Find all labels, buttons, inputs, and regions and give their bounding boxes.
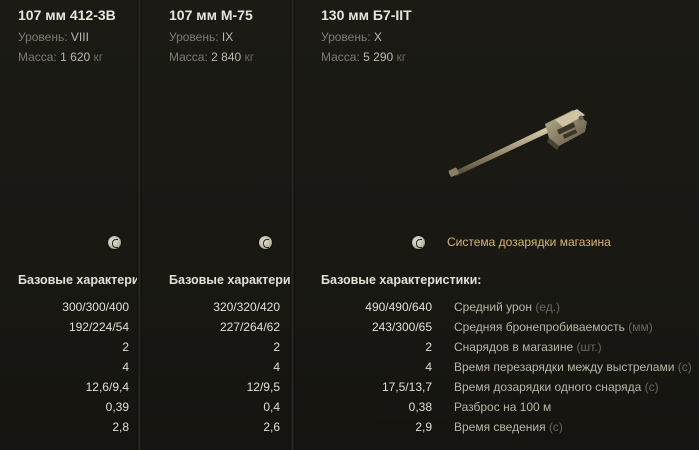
- stat-row: 12/9,5: [246, 380, 280, 394]
- module-mass: Масса: 2 840 кг: [169, 50, 255, 64]
- stat-row: 17,5/13,7 Время дозарядки одного снаряда …: [381, 380, 659, 394]
- module-name: 130 мм Б7-IIТ: [321, 7, 412, 23]
- stat-row: 2,9 Время сведения (с): [415, 420, 563, 434]
- stat-label: Время перезарядки между выстрелами (с): [454, 360, 692, 374]
- stat-row: 2,8: [112, 420, 129, 434]
- gun-model-image: [448, 109, 587, 177]
- stat-row: 0,38 Разброс на 100 м: [408, 400, 552, 414]
- stat-row: 300/300/400: [62, 300, 129, 314]
- stat-row: 4: [273, 360, 280, 374]
- stat-row: 12,6/9,4: [85, 380, 129, 394]
- stat-row: 4: [122, 360, 129, 374]
- section-title: Базовые характерис: [18, 273, 137, 287]
- stat-row: 320/320/420: [213, 300, 280, 314]
- stat-row: 2,6: [263, 420, 280, 434]
- stat-label: Средний урон (ед.): [454, 300, 561, 314]
- section-title: Базовые характеристики:: [321, 273, 482, 287]
- stat-row: 0,39: [105, 400, 129, 414]
- stat-label: Снарядов в магазине (шт.): [454, 340, 602, 354]
- module-column-1: 107 мм 412-3В Уровень: VIII Масса: 1 620…: [0, 0, 137, 450]
- stat-row: 192/224/54: [68, 320, 129, 334]
- stats-list: 320/320/420 227/264/62 2 4 12/9,5 0,4 2,…: [142, 300, 280, 440]
- module-name: 107 мм 412-3В: [18, 7, 116, 23]
- stat-label: Время сведения (с): [454, 420, 563, 434]
- stats-list: 490/490/640 Средний урон (ед.) 243/300/65…: [295, 300, 692, 440]
- module-mass: Масса: 1 620 кг: [18, 50, 104, 64]
- special-system-label: Система дозарядки магазина: [447, 235, 611, 249]
- module-column-2: 107 мм М-75 Уровень: IX Масса: 2 840 кг …: [142, 0, 290, 450]
- stat-row: 4 Время перезарядки между выстрелами (с): [425, 360, 692, 374]
- stat-label: Разброс на 100 м: [454, 400, 552, 414]
- magazine-reload-icon[interactable]: [108, 236, 121, 249]
- stat-row: 227/264/62: [219, 320, 280, 334]
- magazine-reload-icon[interactable]: [259, 236, 272, 249]
- magazine-reload-icon[interactable]: [412, 236, 425, 249]
- module-mass: Масса: 5 290 кг: [321, 50, 407, 64]
- stat-row: 2 Снарядов в магазине (шт.): [425, 340, 602, 354]
- module-level: Уровень: X: [321, 30, 382, 44]
- module-column-3: 130 мм Б7-IIТ Уровень: X Масса: 5 290 кг: [295, 0, 699, 450]
- stat-row: 0,4: [263, 400, 280, 414]
- module-level: Уровень: IX: [169, 30, 234, 44]
- stats-list: 300/300/400 192/224/54 2 4 12,6/9,4 0,39…: [0, 300, 129, 440]
- module-name: 107 мм М-75: [169, 7, 253, 23]
- stat-label: Время дозарядки одного снаряда (с): [454, 380, 659, 394]
- module-level: Уровень: VIII: [18, 30, 89, 44]
- section-title: Базовые характерис: [169, 273, 290, 287]
- stat-row: 2: [122, 340, 129, 354]
- stat-row: 490/490/640 Средний урон (ед.): [365, 300, 561, 314]
- stat-label: Средняя бронепробиваемость (мм): [454, 320, 653, 334]
- stat-row: 2: [273, 340, 280, 354]
- stat-row: 243/300/65 Средняя бронепробиваемость (мм…: [371, 320, 653, 334]
